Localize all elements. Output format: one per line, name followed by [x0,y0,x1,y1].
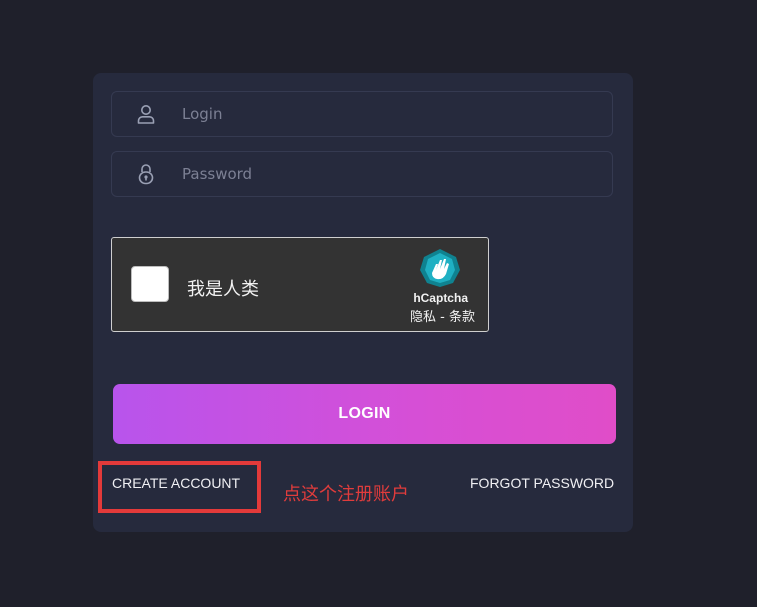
login-button[interactable]: LOGIN [113,384,616,444]
hcaptcha-widget: 我是人类 hCaptcha 隐私 - 条款 [111,237,489,332]
captcha-terms-link[interactable]: 条款 [449,310,475,325]
captcha-link-separator: - [436,310,449,325]
hcaptcha-brand: hCaptcha [413,291,468,305]
password-input[interactable] [180,164,564,184]
user-icon [136,103,156,125]
captcha-links: 隐私 - 条款 [410,306,475,325]
login-field-container[interactable] [111,91,613,137]
login-input[interactable] [180,104,564,124]
hcaptcha-logo-icon [418,248,462,288]
captcha-checkbox[interactable] [131,266,169,302]
captcha-checkbox-label: 我是人类 [187,279,259,300]
lock-icon [136,163,156,185]
annotation-text: 点这个注册账户 [283,484,409,505]
forgot-password-link[interactable]: FORGOT PASSWORD [470,475,614,491]
password-field-container[interactable] [111,151,613,197]
captcha-privacy-link[interactable]: 隐私 [410,310,436,325]
annotation-highlight-box [98,461,261,513]
